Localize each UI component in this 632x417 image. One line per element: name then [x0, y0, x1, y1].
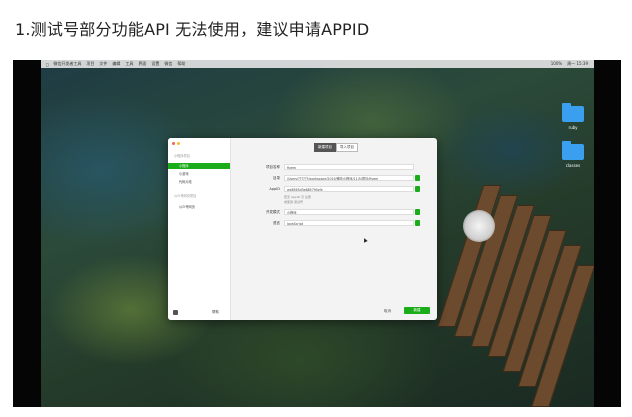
- battery-status[interactable]: 100%: [551, 61, 562, 67]
- folder-label[interactable]: classes: [558, 163, 588, 168]
- menu-item[interactable]: 微信: [164, 61, 172, 67]
- menu-item[interactable]: 工具: [125, 61, 133, 67]
- sidebar-group-title: 小程序项目: [174, 154, 190, 158]
- close-icon[interactable]: [172, 142, 175, 145]
- tab-new-project[interactable]: 新建项目: [314, 143, 336, 152]
- project-name-label: 项目名称: [266, 165, 280, 169]
- clock[interactable]: 周一 15:39: [567, 61, 588, 67]
- directory-input[interactable]: /Users/??????/workspace/2019/微信小程序/11/5/…: [284, 175, 414, 181]
- new-project-dialog: 小程序项目 小程序 小游戏 代码片段 公众号网页项目 公众号网页 帮助 新建项目…: [168, 138, 437, 320]
- dev-mode-select[interactable]: 小程序: [284, 209, 414, 215]
- dialog-sidebar: 小程序项目 小程序 小游戏 代码片段 公众号网页项目 公众号网页 帮助: [168, 138, 231, 320]
- language-select[interactable]: JavaScript: [284, 220, 414, 226]
- menu-item[interactable]: 帮助: [177, 61, 185, 67]
- appid-dropdown-button[interactable]: [415, 186, 420, 192]
- sidebar-item-snippet[interactable]: 代码片段: [168, 179, 230, 185]
- menu-bar:  微信开发者工具 项目 文件 编辑 工具 界面 设置 微信 帮助 100% 周…: [41, 60, 594, 68]
- mouse-cursor-icon: [362, 237, 368, 243]
- appid-input[interactable]: wx8565d3e885790cfe: [284, 186, 414, 192]
- appid-hint-register[interactable]: 若无 AppID 可 注册: [284, 195, 311, 199]
- avatar-icon[interactable]: [173, 310, 178, 315]
- language-label: 语言: [273, 221, 280, 225]
- sidebar-group-title: 公众号网页项目: [174, 194, 197, 198]
- menu-item[interactable]: 文件: [99, 61, 107, 67]
- menu-item[interactable]: 设置: [151, 61, 159, 67]
- directory-picker-button[interactable]: [415, 175, 420, 181]
- folder-icon[interactable]: [562, 103, 584, 122]
- create-button[interactable]: 新建: [404, 307, 430, 314]
- sidebar-item-miniprogram[interactable]: 小程序: [168, 163, 230, 169]
- project-tabs: 新建项目 导入项目: [314, 143, 358, 152]
- dev-mode-dropdown-button[interactable]: [415, 209, 420, 215]
- menu-item[interactable]: 项目: [86, 61, 94, 67]
- menu-app-name[interactable]: 微信开发者工具: [53, 61, 81, 67]
- caption-text: 1.测试号部分功能API 无法使用，建议申请APPID: [15, 20, 370, 39]
- folder-label[interactable]: ruby: [558, 125, 588, 130]
- window-controls: [172, 142, 180, 145]
- menu-item[interactable]: 编辑: [112, 61, 120, 67]
- sidebar-item-minigame[interactable]: 小游戏: [168, 171, 230, 177]
- help-link[interactable]: 帮助: [212, 310, 219, 315]
- folder-icon[interactable]: [562, 141, 584, 160]
- tab-import-project[interactable]: 导入项目: [336, 143, 358, 152]
- minimize-icon[interactable]: [177, 142, 180, 145]
- appid-hint-testid[interactable]: 或使用 测试号: [284, 200, 303, 204]
- screenshot:  微信开发者工具 项目 文件 编辑 工具 界面 设置 微信 帮助 100% 周…: [13, 60, 621, 407]
- project-name-input[interactable]: fivem: [284, 164, 414, 170]
- appid-label: AppID: [269, 187, 280, 191]
- language-dropdown-button[interactable]: [415, 220, 420, 226]
- desktop-wallpaper:  微信开发者工具 项目 文件 编辑 工具 界面 设置 微信 帮助 100% 周…: [41, 60, 594, 407]
- lamp-image: [463, 210, 495, 242]
- directory-label: 目录: [273, 176, 280, 180]
- dev-mode-label: 开发模式: [266, 210, 280, 214]
- menu-item[interactable]: 界面: [138, 61, 146, 67]
- cancel-button[interactable]: 取消: [384, 309, 391, 314]
- apple-icon[interactable]: : [46, 62, 48, 67]
- sidebar-item-webpage[interactable]: 公众号网页: [168, 204, 230, 210]
